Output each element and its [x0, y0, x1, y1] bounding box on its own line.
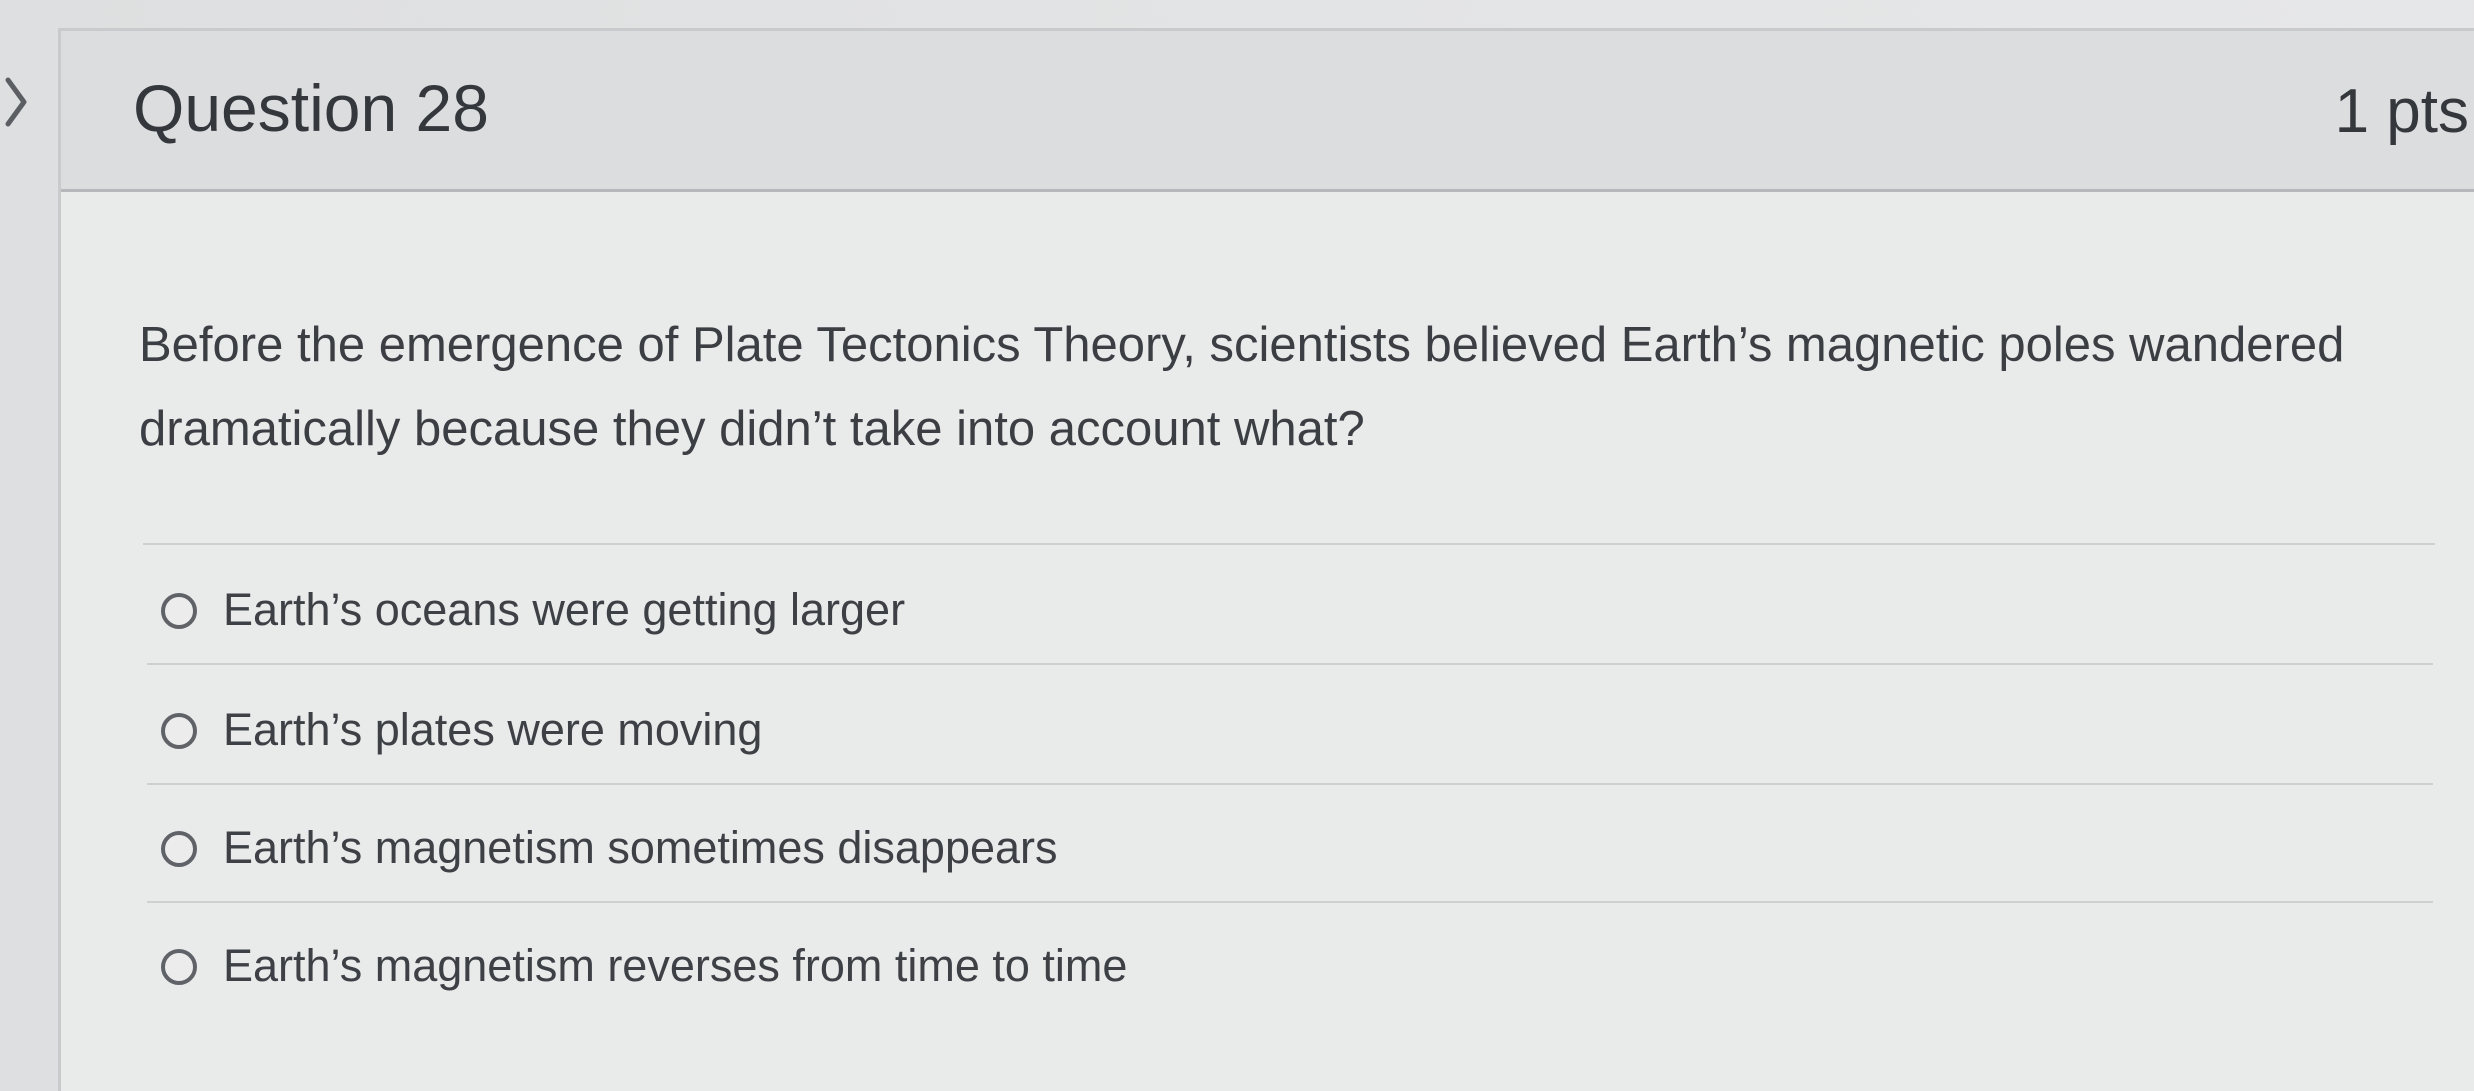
radio-unchecked-icon[interactable] — [161, 949, 197, 985]
question-title: Question 28 — [133, 71, 489, 145]
answer-option[interactable]: Earth’s magnetism reverses from time to … — [147, 901, 2433, 1019]
answer-option[interactable]: Earth’s oceans were getting larger — [147, 545, 2433, 665]
answer-option[interactable]: Earth’s magnetism sometimes disappears — [147, 783, 2433, 903]
answer-label: Earth’s oceans were getting larger — [223, 584, 906, 635]
radio-unchecked-icon[interactable] — [161, 593, 197, 629]
question-card: Question 28 1 pts Before the emergence o… — [58, 28, 2474, 1091]
answer-label: Earth’s plates were moving — [223, 704, 763, 755]
question-header: Question 28 1 pts — [61, 31, 2474, 192]
answer-label: Earth’s magnetism sometimes disappears — [223, 822, 1058, 873]
radio-unchecked-icon[interactable] — [161, 713, 197, 749]
question-text: Before the emergence of Plate Tectonics … — [139, 318, 2345, 456]
answer-option[interactable]: Earth’s plates were moving — [147, 665, 2433, 785]
answer-label: Earth’s magnetism reverses from time to … — [223, 940, 1128, 991]
radio-unchecked-icon[interactable] — [161, 831, 197, 867]
chevron-right-icon[interactable] — [2, 72, 42, 132]
question-points: 1 pts — [2334, 77, 2469, 146]
